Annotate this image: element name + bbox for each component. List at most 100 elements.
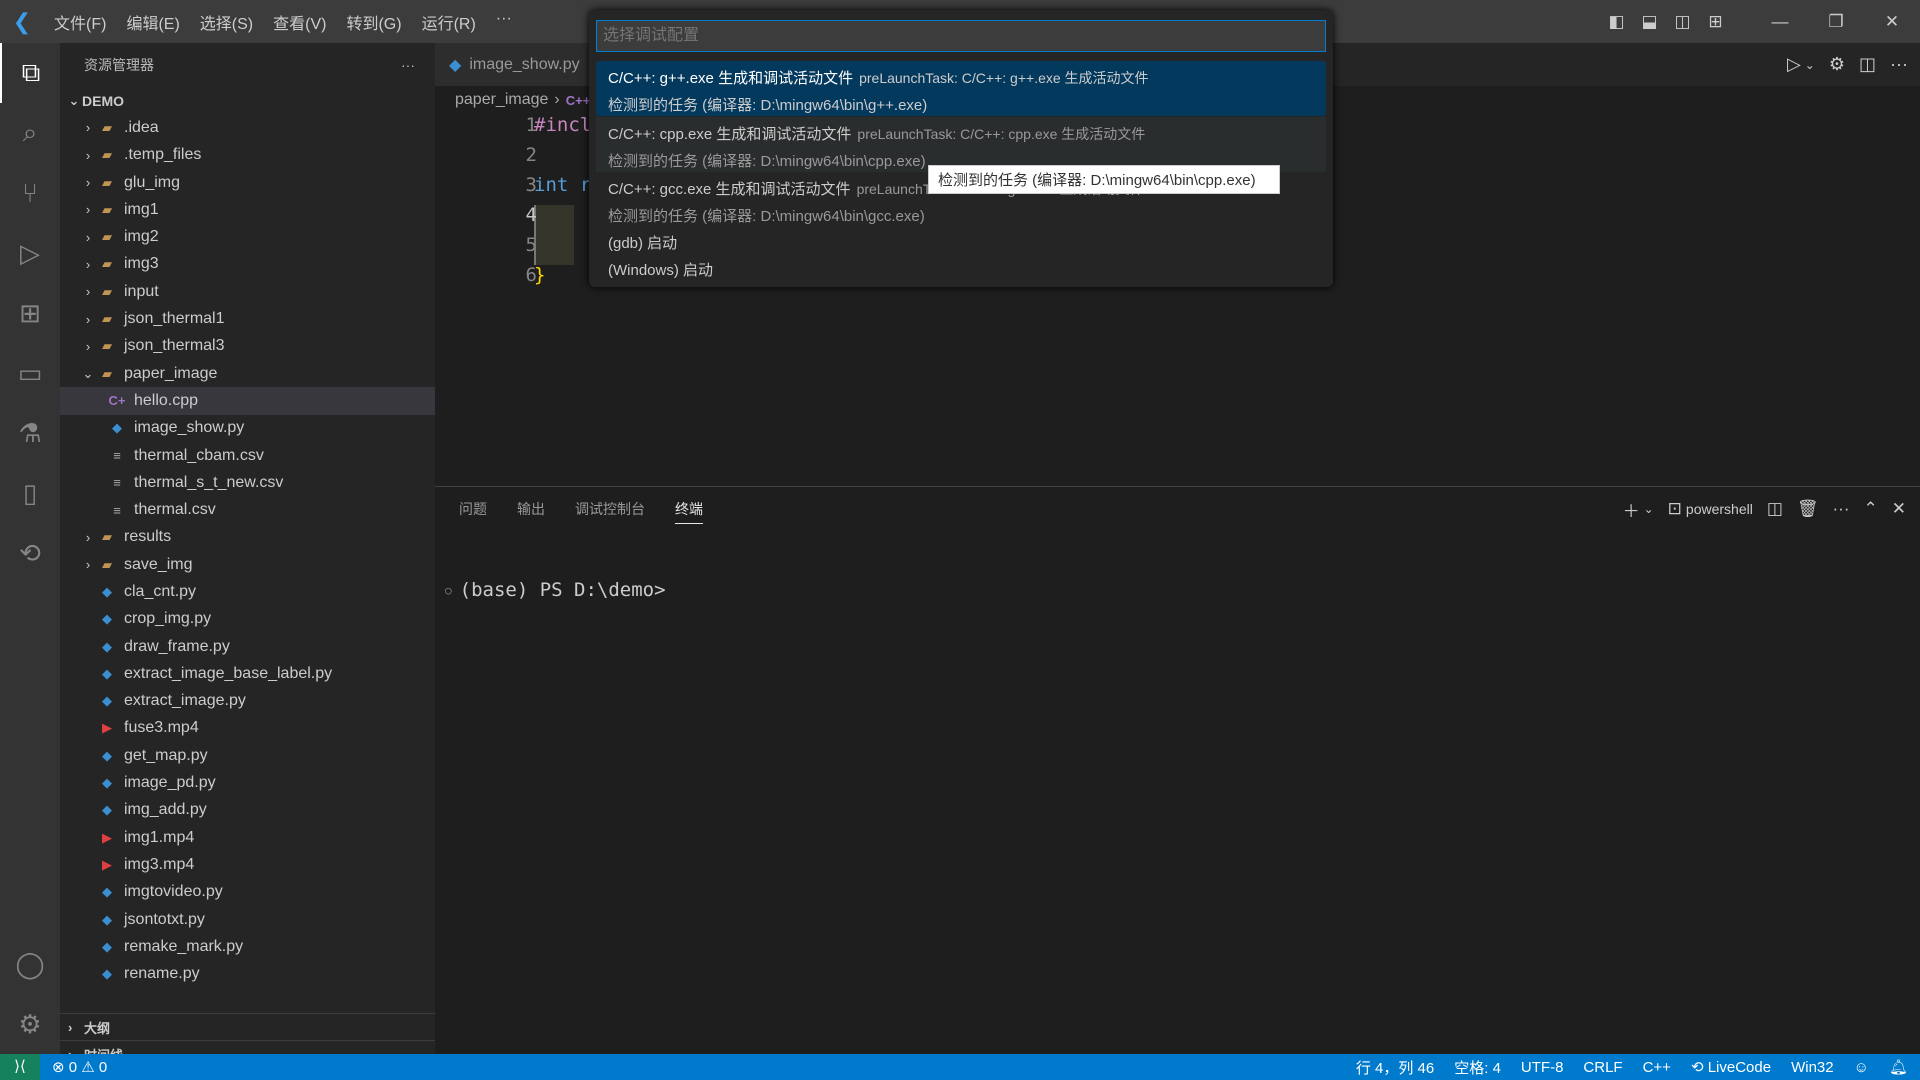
file-item[interactable]: ◆ jsontotxt.py [60, 906, 435, 933]
settings-gear-icon[interactable]: ⚙ [0, 994, 60, 1054]
split-terminal-icon[interactable]: ◫ [1767, 499, 1783, 519]
file-item[interactable]: ◆ rename.py [60, 961, 435, 988]
close-window-button[interactable]: ✕ [1864, 12, 1920, 32]
livecode-status[interactable]: ⟲ LiveCode [1691, 1058, 1771, 1076]
file-item[interactable]: C+ hello.cpp [60, 387, 435, 415]
remote-explorer-icon[interactable]: ▭ [0, 343, 60, 403]
notebook-icon[interactable]: ▯ [0, 463, 60, 523]
file-item[interactable]: ◆ draw_frame.py [60, 633, 435, 660]
file-item[interactable]: ◆ crop_img.py [60, 606, 435, 633]
menu-item[interactable]: 查看(V) [263, 10, 336, 34]
folder-item[interactable]: › ▰ json_thermal3 [60, 333, 435, 360]
folder-item[interactable]: ⌄ ▰ paper_image [60, 360, 435, 387]
chevron-down-icon[interactable]: ⌄ [1644, 502, 1654, 516]
trash-icon[interactable]: 🗑 [1797, 499, 1819, 519]
restore-button[interactable]: ❐ [1808, 12, 1864, 32]
panel-tab[interactable]: 调试控制台 [575, 499, 645, 519]
file-item[interactable]: ≡ thermal.csv [60, 496, 435, 523]
platform[interactable]: Win32 [1791, 1059, 1834, 1076]
file-item[interactable]: ≡ thermal_cbam.csv [60, 442, 435, 469]
folder-item[interactable]: › ▰ .idea [60, 114, 435, 141]
folder-item[interactable]: › ▰ img3 [60, 251, 435, 278]
file-item[interactable]: ▶ img3.mp4 [60, 851, 435, 878]
testing-icon[interactable]: ⚗ [0, 403, 60, 463]
encoding[interactable]: UTF-8 [1521, 1059, 1564, 1076]
language-mode[interactable]: C++ [1643, 1059, 1671, 1076]
folder-item[interactable]: › ▰ save_img [60, 551, 435, 578]
run-icon[interactable]: ▷ [1787, 54, 1801, 75]
more-actions-icon[interactable]: ··· [1833, 499, 1850, 519]
menu-item[interactable]: 编辑(E) [116, 10, 189, 34]
panel-tab[interactable]: 问题 [459, 499, 487, 519]
workspace-root[interactable]: ⌄ DEMO [60, 87, 435, 114]
menu-item[interactable]: 文件(F) [44, 10, 116, 34]
folder-item[interactable]: › ▰ json_thermal1 [60, 305, 435, 332]
folder-item[interactable]: › ▰ img2 [60, 223, 435, 250]
file-item[interactable]: ◆ img_add.py [60, 797, 435, 824]
file-item[interactable]: ▶ fuse3.mp4 [60, 715, 435, 742]
quickpick-item[interactable]: (Windows) 启动 [596, 255, 1326, 282]
quickpick-item[interactable]: C/C++: g++.exe 生成和调试活动文件 preLaunchTask: C… [596, 61, 1326, 116]
folder-item[interactable]: › ▰ img1 [60, 196, 435, 223]
file-item[interactable]: ◆ extract_image.py [60, 688, 435, 715]
folder-item[interactable]: › ▰ glu_img [60, 169, 435, 196]
terminal-shell-name[interactable]: powershell [1686, 501, 1753, 517]
new-terminal-icon[interactable]: ＋ [1623, 497, 1640, 522]
panel-tab[interactable]: 终端 [675, 499, 703, 524]
folder-icon: ▰ [102, 119, 112, 135]
search-icon[interactable]: ⌕ [0, 103, 60, 163]
file-item[interactable]: ◆ remake_mark.py [60, 933, 435, 960]
cpp-file-icon[interactable]: C++ [566, 93, 591, 108]
outline-section[interactable]: › 大纲 [60, 1013, 435, 1040]
remote-icon[interactable]: ⟩⟨ [0, 1054, 40, 1080]
cursor-position[interactable]: 行 4，列 46 [1356, 1057, 1434, 1078]
file-item[interactable]: ≡ thermal_s_t_new.csv [60, 469, 435, 496]
toggle-sidebar-icon[interactable]: ◧ [1600, 12, 1633, 32]
file-item[interactable]: ◆ get_map.py [60, 742, 435, 769]
menu-item[interactable]: 转到(G) [336, 10, 411, 34]
problems-indicator[interactable]: ⊗ 0 ⚠ 0 [52, 1058, 107, 1076]
tab-image-show[interactable]: ◆ image_show.py [435, 43, 595, 86]
more-actions-icon[interactable]: ··· [401, 57, 415, 73]
quickpick-input[interactable] [596, 20, 1326, 52]
explorer-sidebar: 资源管理器 ··· ⌄ DEMO › ▰ .idea › ▰ .temp_files › ▰ glu… [60, 43, 435, 1063]
file-item[interactable]: ◆ image_show.py [60, 415, 435, 442]
toggle-secondary-sidebar-icon[interactable]: ◫ [1666, 12, 1699, 32]
folder-item[interactable]: › ▰ input [60, 278, 435, 305]
folder-item[interactable]: › ▰ results [60, 524, 435, 551]
line-ending[interactable]: CRLF [1583, 1059, 1622, 1076]
split-editor-icon[interactable]: ◫ [1859, 54, 1876, 75]
quickpick-item[interactable]: (gdb) 启动 [596, 228, 1326, 255]
file-item[interactable]: ▶ img1.mp4 [60, 824, 435, 851]
quickpick-item[interactable]: C/C++: cpp.exe 生成和调试活动文件 preLaunchTask: C… [596, 117, 1326, 172]
chevron-down-icon[interactable]: ⌄ [1805, 58, 1815, 72]
customize-layout-icon[interactable]: ⊞ [1699, 12, 1732, 32]
feedback-icon[interactable]: ☺ [1854, 1059, 1869, 1076]
menu-item[interactable]: 选择(S) [190, 10, 263, 34]
toggle-panel-icon[interactable]: ⬓ [1633, 12, 1666, 32]
file-item[interactable]: ◆ image_pd.py [60, 769, 435, 796]
breadcrumb-folder[interactable]: paper_image [455, 91, 548, 109]
file-name: extract_image_base_label.py [124, 664, 333, 682]
extensions-icon[interactable]: ⊞ [0, 283, 60, 343]
file-item[interactable]: ◆ cla_cnt.py [60, 578, 435, 605]
close-panel-icon[interactable]: ✕ [1892, 499, 1906, 519]
livecode-icon[interactable]: ⟲ [0, 523, 60, 583]
menu-item[interactable]: ··· [486, 10, 522, 34]
notifications-bell-icon[interactable]: 🔔︎ [1889, 1058, 1908, 1076]
gear-icon[interactable]: ⚙ [1829, 54, 1845, 75]
panel-tab[interactable]: 输出 [517, 499, 545, 519]
file-item[interactable]: ◆ imgtovideo.py [60, 879, 435, 906]
explorer-icon[interactable]: ⧉ [0, 43, 60, 103]
run-debug-icon[interactable]: ▷ [0, 223, 60, 283]
more-actions-icon[interactable]: ··· [1890, 54, 1908, 75]
file-item[interactable]: ◆ extract_image_base_label.py [60, 660, 435, 687]
account-icon[interactable]: ◯ [0, 934, 60, 994]
indentation[interactable]: 空格: 4 [1454, 1057, 1501, 1078]
maximize-panel-icon[interactable]: ⌃ [1864, 499, 1878, 519]
terminal-output[interactable]: ○ (base) PS D:\demo> [445, 579, 666, 601]
minimize-button[interactable]: — [1752, 12, 1808, 32]
source-control-icon[interactable]: ⑂ [0, 163, 60, 223]
folder-item[interactable]: › ▰ .temp_files [60, 142, 435, 169]
menu-item[interactable]: 运行(R) [412, 10, 486, 34]
